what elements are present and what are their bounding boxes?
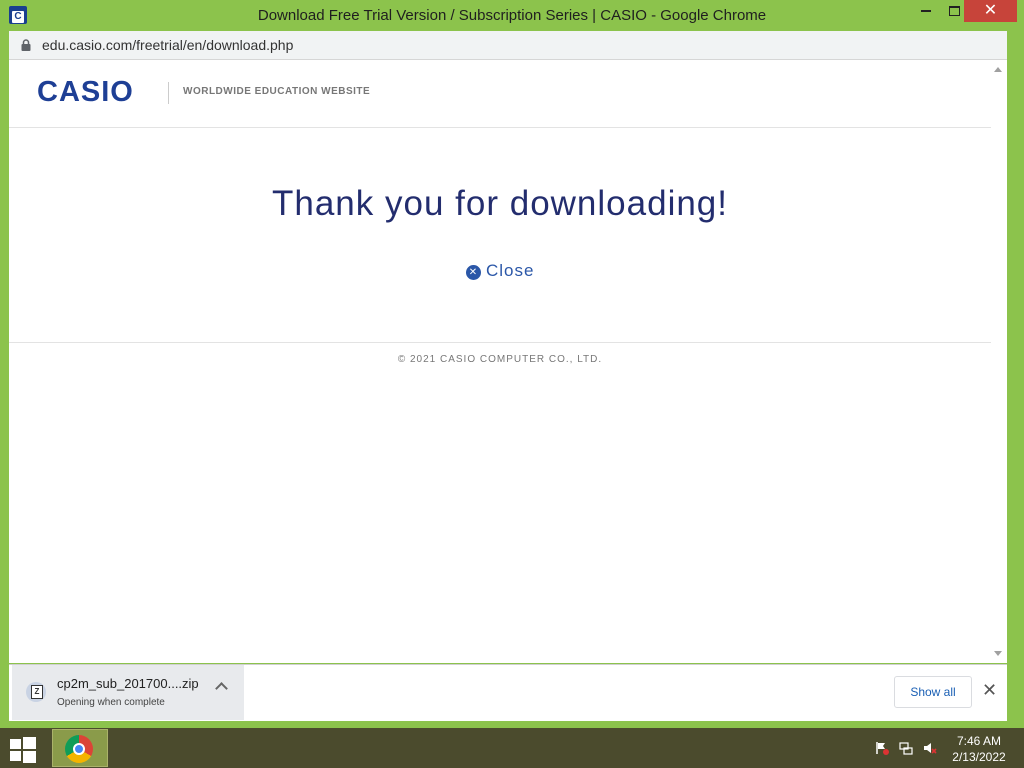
header-divider [168, 82, 169, 104]
maximize-icon [948, 6, 960, 16]
clock-time: 7:46 AM [956, 734, 1002, 748]
close-downloads-icon[interactable]: ✕ [982, 680, 997, 700]
minimize-button[interactable] [912, 0, 940, 22]
address-bar[interactable]: edu.casio.com/freetrial/en/download.php [9, 31, 1007, 60]
windows-start-icon[interactable] [10, 737, 36, 763]
minimize-icon [921, 10, 931, 12]
start-pane [10, 751, 21, 761]
url-text[interactable]: edu.casio.com/freetrial/en/download.php [42, 37, 293, 53]
taskbar-chrome-button[interactable] [52, 729, 108, 767]
start-pane [10, 739, 21, 749]
clock-date: 2/13/2022 [952, 750, 1006, 764]
copyright-text: © 2021 CASIO COMPUTER CO., LTD. [397, 354, 603, 365]
site-header: CASIO WORLDWIDE EDUCATION WEBSITE [9, 60, 991, 128]
start-pane [23, 751, 36, 763]
browser-window: C Download Free Trial Version / Subscrip… [0, 0, 1024, 728]
network-icon[interactable] [899, 741, 913, 755]
scroll-up-icon[interactable] [994, 67, 1002, 72]
casio-logo[interactable]: CASIO [37, 76, 134, 109]
start-pane [23, 737, 36, 749]
scroll-down-icon[interactable] [994, 651, 1002, 656]
taskbar: 7:46 AM 2/13/2022 [0, 728, 1024, 768]
download-item[interactable]: Z cp2m_sub_201700....zip Opening when co… [12, 665, 244, 720]
taskbar-clock[interactable]: 7:46 AM 2/13/2022 [944, 733, 1014, 765]
lock-icon[interactable] [21, 39, 31, 51]
vertical-scrollbar[interactable] [991, 60, 1007, 663]
page-title: Thank you for downloading! [272, 184, 728, 223]
action-center-flag-icon[interactable] [875, 741, 889, 755]
chrome-icon [65, 735, 93, 763]
download-status: Opening when complete [57, 697, 165, 708]
chevron-up-icon[interactable] [215, 682, 228, 695]
downloads-bar: Z cp2m_sub_201700....zip Opening when co… [9, 664, 1007, 721]
close-link[interactable]: ✕ Close [466, 261, 534, 281]
close-icon: ✕ [983, 2, 998, 19]
zip-file-letter: Z [31, 685, 43, 699]
close-window-button[interactable]: ✕ [964, 0, 1017, 22]
show-all-button[interactable]: Show all [894, 676, 972, 708]
download-file-name: cp2m_sub_201700....zip [57, 676, 199, 691]
title-bar[interactable]: C Download Free Trial Version / Subscrip… [0, 0, 1024, 30]
page-viewport: CASIO WORLDWIDE EDUCATION WEBSITE Thank … [9, 60, 991, 663]
zip-file-icon: Z [26, 682, 46, 702]
volume-muted-icon[interactable] [923, 741, 937, 755]
footer-divider [9, 342, 991, 343]
close-circle-icon: ✕ [466, 265, 481, 280]
site-tagline[interactable]: WORLDWIDE EDUCATION WEBSITE [183, 86, 370, 97]
close-link-label: Close [486, 261, 535, 280]
window-title: Download Free Trial Version / Subscripti… [257, 7, 767, 24]
